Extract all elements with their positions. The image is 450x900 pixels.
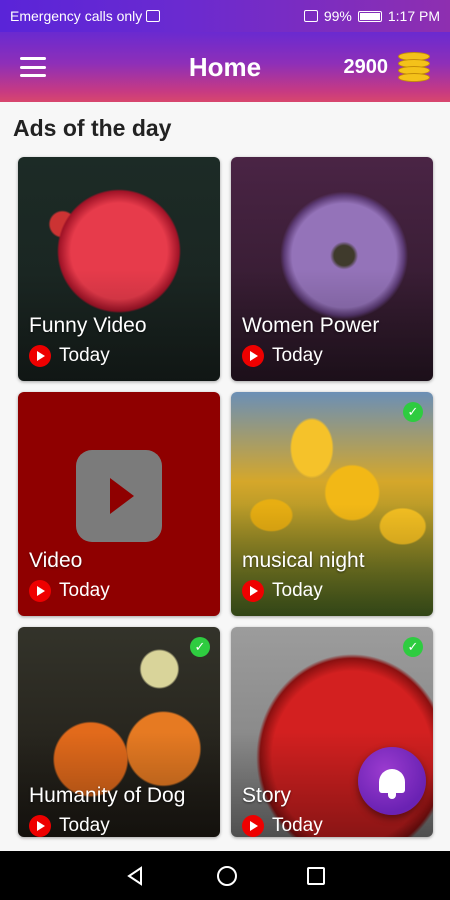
watched-check-icon: ✓	[190, 637, 210, 657]
watched-check-icon: ✓	[403, 637, 423, 657]
ad-card-date: Today	[242, 345, 323, 367]
youtube-play-icon	[29, 345, 51, 367]
ad-card[interactable]: Funny Video Today	[18, 157, 220, 381]
ad-card-title: Funny Video	[29, 314, 147, 337]
ad-card-title: Humanity of Dog	[29, 784, 186, 807]
ad-card-title: Video	[29, 549, 83, 572]
back-icon[interactable]	[125, 865, 147, 887]
system-nav-bar	[0, 851, 450, 900]
video-play-icon	[76, 450, 162, 542]
ad-card[interactable]: ✓ Humanity of Dog Today	[18, 627, 220, 837]
youtube-play-icon	[29, 580, 51, 602]
youtube-play-icon	[242, 815, 264, 837]
carrier-text: Emergency calls only	[10, 8, 143, 24]
coin-balance[interactable]: 2900	[343, 52, 430, 82]
hamburger-icon[interactable]	[20, 57, 46, 77]
ad-card-title: Women Power	[242, 314, 380, 337]
notifications-button[interactable]	[358, 747, 426, 815]
ad-card[interactable]: ✓ musical night Today	[231, 392, 433, 616]
status-time: 1:17 PM	[387, 8, 440, 24]
status-bar: Emergency calls only 99% 1:17 PM	[0, 0, 450, 32]
recent-apps-icon[interactable]	[307, 866, 325, 885]
watched-check-icon: ✓	[403, 402, 423, 422]
ad-card-title: musical night	[242, 549, 365, 572]
wifi-icon	[303, 10, 318, 22]
youtube-play-icon	[242, 580, 264, 602]
ad-card-date: Today	[242, 580, 323, 602]
youtube-play-icon	[242, 345, 264, 367]
coin-count: 2900	[343, 55, 389, 78]
battery-icon	[357, 10, 382, 22]
youtube-play-icon	[29, 815, 51, 837]
ad-card[interactable]: Women Power Today	[231, 157, 433, 381]
mail-icon	[146, 10, 161, 22]
bell-icon	[379, 769, 405, 799]
ad-card[interactable]: Video Today	[18, 392, 220, 616]
section-title: Ads of the day	[13, 115, 172, 141]
ad-card-date: Today	[29, 580, 110, 602]
coin-stack-icon	[398, 52, 430, 82]
app-bar: Home 2900	[0, 32, 450, 102]
ad-card-date: Today	[242, 815, 323, 837]
ad-card-date: Today	[29, 345, 110, 367]
battery-percent: 99%	[323, 8, 352, 24]
home-icon[interactable]	[217, 865, 237, 886]
ad-card-date: Today	[29, 815, 110, 837]
